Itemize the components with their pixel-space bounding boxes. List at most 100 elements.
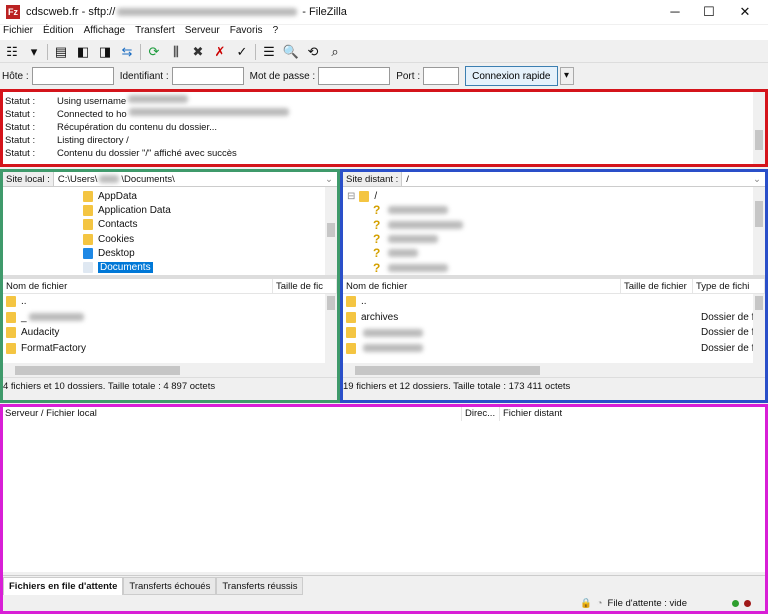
user-label: Identifiant : — [119, 70, 169, 82]
log-message: Connected to ho — [57, 109, 127, 120]
maximize-button[interactable]: ☐ — [694, 2, 724, 22]
tree-item-label: Documents — [98, 262, 153, 274]
queue-tabs: Fichiers en file d'attente Transferts éc… — [3, 575, 765, 595]
folder-icon — [83, 247, 93, 259]
chevron-down-icon[interactable]: ⌄ — [325, 174, 337, 185]
column-filename[interactable]: Nom de fichier — [3, 279, 273, 293]
tab-failed-transfers[interactable]: Transferts échoués — [123, 577, 217, 595]
unknown-folder-icon: ? — [373, 203, 381, 218]
menu-help[interactable]: ? — [273, 25, 279, 40]
column-filetype[interactable]: Type de fichi — [693, 279, 765, 293]
file-row[interactable]: FormatFactory — [3, 341, 337, 357]
dropdown-icon[interactable]: ▾ — [25, 43, 43, 61]
tree-item[interactable]: ? — [373, 260, 765, 275]
file-row[interactable]: .. — [3, 294, 337, 310]
redacted-text — [28, 313, 84, 322]
file-row[interactable]: archives Dossier de fi — [343, 310, 765, 326]
remote-list-scrollbar[interactable] — [753, 294, 765, 363]
tree-item[interactable]: Documents — [83, 260, 337, 274]
sync-browse-icon[interactable]: ⟲ — [304, 43, 322, 61]
refresh-icon[interactable]: ⟳ — [145, 43, 163, 61]
menu-serveur[interactable]: Serveur — [185, 25, 220, 40]
menu-transfert[interactable]: Transfert — [135, 25, 175, 40]
chevron-down-icon[interactable]: ⌄ — [753, 174, 765, 185]
quickconnect-button[interactable]: Connexion rapide — [465, 66, 558, 86]
tree-item[interactable]: Application Data — [83, 203, 337, 217]
column-server-local-file[interactable]: Serveur / Fichier local — [3, 407, 461, 421]
menu-edition[interactable]: Édition — [43, 25, 74, 40]
menu-favoris[interactable]: Favoris — [230, 25, 263, 40]
port-input[interactable] — [423, 67, 460, 85]
log-row: Statut : Connected to ho — [5, 108, 763, 121]
toolbar: ☷ ▾ ▤ ◧ ◨ ⇆ ⟳ ⫼ ✖ ✗ ✓ ☰ 🔍 ⟲ ⌕ — [0, 41, 768, 63]
remote-hscrollbar[interactable] — [343, 363, 765, 377]
file-row[interactable]: .. — [343, 294, 765, 310]
tree-item[interactable]: Desktop — [83, 246, 337, 260]
tree-item[interactable]: Cookies — [83, 232, 337, 246]
find-files-icon[interactable]: ⌕ — [326, 43, 344, 61]
column-filesize[interactable]: Taille de fichier — [621, 279, 693, 293]
quickconnect-bar: Hôte : Identifiant : Mot de passe : Port… — [0, 64, 768, 88]
unknown-folder-icon: ? — [373, 232, 381, 247]
log-scrollbar[interactable] — [753, 92, 765, 164]
local-hscrollbar[interactable] — [3, 363, 337, 377]
file-name: .. — [361, 296, 367, 308]
tab-queued-files[interactable]: Fichiers en file d'attente — [3, 577, 124, 595]
local-site-bar: Site local : C:\Users\ \Documents\ ⌄ — [3, 172, 337, 187]
close-button[interactable]: ✕ — [730, 2, 760, 22]
password-input[interactable] — [318, 67, 391, 85]
tree-item[interactable]: ? — [373, 218, 765, 232]
toggle-remote-tree-icon[interactable]: ◨ — [96, 43, 114, 61]
column-filename[interactable]: Nom de fichier — [343, 279, 621, 293]
tree-item[interactable]: ? — [373, 246, 765, 260]
filter-icon[interactable]: ☰ — [260, 43, 278, 61]
disconnect-icon[interactable]: ✗ — [211, 43, 229, 61]
redacted-text — [128, 95, 189, 103]
redacted-text — [388, 235, 439, 244]
tree-item-label: AppData — [98, 190, 137, 202]
toggle-queue-icon[interactable]: ⇆ — [118, 43, 136, 61]
queue-status: File d'attente : vide — [607, 597, 687, 609]
toolbar-separator — [140, 43, 141, 60]
site-manager-icon[interactable]: ☷ — [3, 43, 21, 61]
tree-item[interactable]: ? — [373, 232, 765, 246]
file-row[interactable]: Dossier de fi — [343, 325, 765, 341]
tree-item-root[interactable]: ⊟ / — [347, 189, 765, 203]
host-input[interactable] — [31, 67, 114, 85]
menu-affichage[interactable]: Affichage — [84, 25, 126, 40]
folder-icon — [83, 204, 93, 216]
compare-icon[interactable]: 🔍 — [282, 43, 300, 61]
tree-item[interactable]: Contacts — [83, 218, 337, 232]
unknown-folder-icon: ? — [373, 260, 381, 275]
remote-tree-scrollbar[interactable] — [753, 187, 765, 275]
speed-limit-icon[interactable]: ◔ — [597, 598, 603, 609]
minimize-button[interactable]: ─ — [660, 2, 690, 22]
reconnect-icon[interactable]: ✓ — [233, 43, 251, 61]
redacted-text — [363, 344, 423, 353]
toggle-local-tree-icon[interactable]: ◧ — [74, 43, 92, 61]
log-message: Listing directory / — [57, 135, 129, 146]
column-remote-file[interactable]: Fichier distant — [499, 407, 562, 421]
file-row[interactable]: Audacity — [3, 325, 337, 341]
process-queue-icon[interactable]: ⫼ — [167, 43, 185, 61]
local-tree-scrollbar[interactable] — [325, 187, 337, 275]
remote-path-input[interactable]: / — [402, 174, 753, 185]
file-row[interactable]: _ — [3, 310, 337, 326]
tab-successful-transfers[interactable]: Transferts réussis — [216, 577, 304, 595]
file-row[interactable]: Dossier de fi — [343, 341, 765, 357]
window-title: cdscweb.fr - sftp:// - FileZilla — [26, 6, 347, 18]
tree-item[interactable]: ? — [373, 203, 765, 217]
local-panel: Site local : C:\Users\ \Documents\ ⌄ AppD… — [0, 169, 340, 403]
column-direction[interactable]: Direc... — [461, 407, 499, 421]
tree-item[interactable]: AppData — [83, 189, 337, 203]
quickconnect-history-dropdown[interactable]: ▾ — [559, 67, 574, 85]
local-path-input[interactable]: C:\Users\ \Documents\ — [54, 174, 325, 185]
connection-indicator-icon — [732, 599, 739, 607]
column-filesize[interactable]: Taille de fic — [273, 279, 337, 293]
cancel-icon[interactable]: ✖ — [189, 43, 207, 61]
username-input[interactable] — [171, 67, 244, 85]
local-list-scrollbar[interactable] — [325, 294, 337, 363]
menu-fichier[interactable]: Fichier — [3, 25, 33, 40]
log-message: Using username — [57, 96, 127, 107]
toggle-log-icon[interactable]: ▤ — [52, 43, 70, 61]
